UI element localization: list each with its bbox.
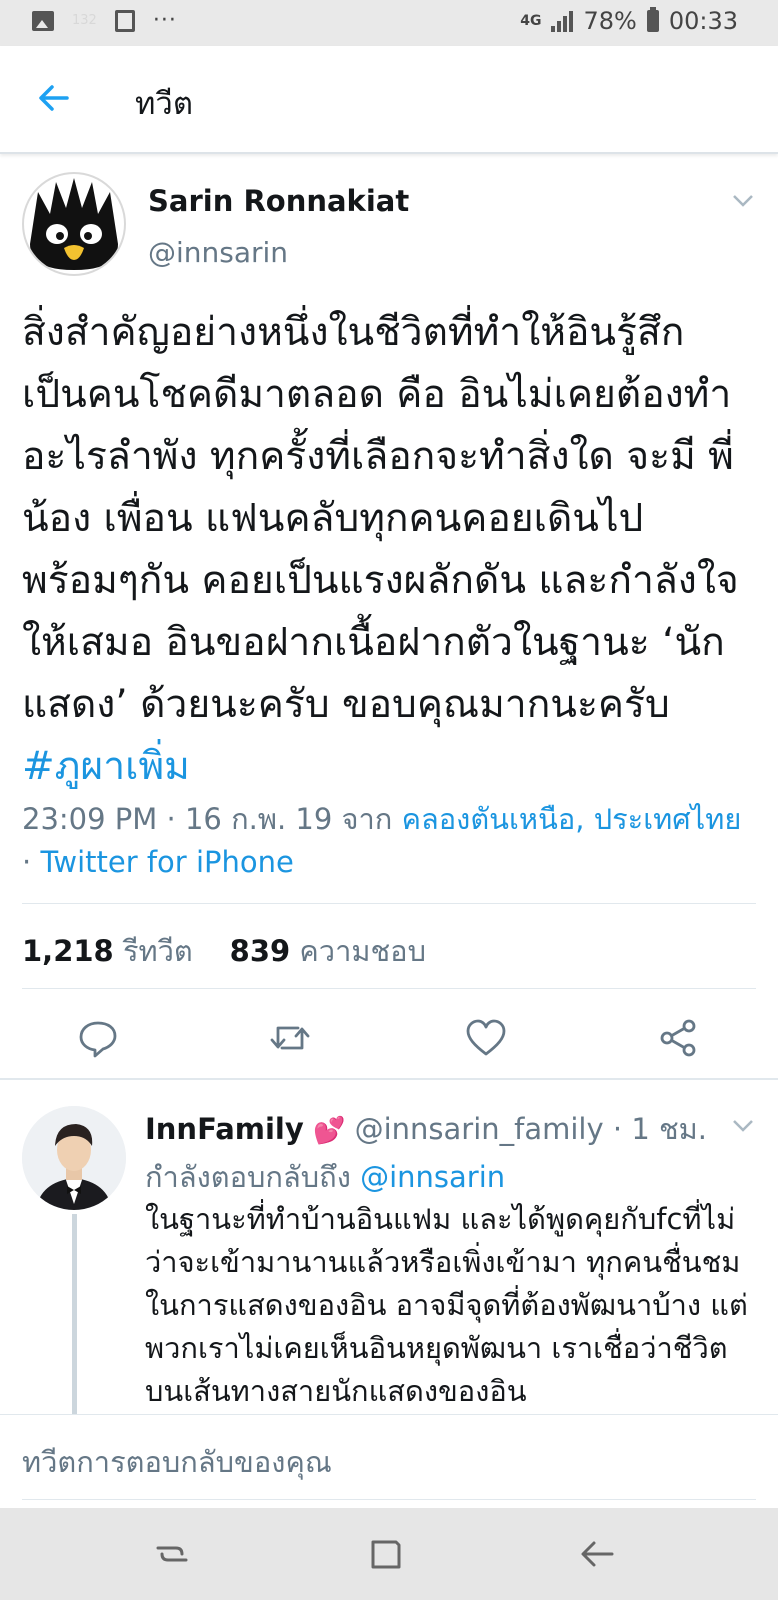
like-stat[interactable]: 839 ความชอบ — [230, 934, 426, 968]
replying-to-label: กำลังตอบกลับถึง — [145, 1160, 361, 1194]
reply-separator: · — [603, 1112, 632, 1146]
section-divider — [0, 1078, 778, 1080]
thread-connector — [72, 1214, 77, 1414]
heart-icon[interactable] — [464, 1016, 508, 1060]
like-count: 839 — [229, 934, 291, 968]
system-nav-bar — [0, 1508, 778, 1600]
reply-icon[interactable] — [76, 1016, 120, 1060]
retweet-icon[interactable] — [268, 1016, 312, 1060]
meta-separator: · — [22, 845, 41, 879]
clock: 00:33 — [668, 7, 738, 35]
reply-author-name[interactable]: InnFamily — [145, 1112, 304, 1146]
back-icon[interactable] — [578, 1534, 618, 1574]
tweet-body: สิ่งสำคัญอย่างหนึ่งในชีวิตที่ทำให้อินรู้… — [22, 310, 739, 727]
compose-underline — [22, 1499, 756, 1500]
author-name[interactable]: Sarin Ronnakiat — [148, 184, 409, 218]
notification-count: 132 — [72, 13, 97, 28]
top-app-bar: ทวีต — [0, 46, 778, 154]
replying-to-handle[interactable]: @innsarin — [360, 1160, 505, 1194]
tweet-text: สิ่งสำคัญอย่างหนึ่งในชีวิตที่ทำให้อินรู้… — [22, 302, 752, 798]
retweet-stat[interactable]: 1,218 รีทวีต — [22, 934, 193, 968]
retweet-label: รีทวีต — [122, 934, 193, 968]
image-icon — [32, 10, 54, 31]
author-avatar[interactable] — [22, 172, 126, 276]
reply-compose-input[interactable]: ทวีตการตอบกลับของคุณ — [22, 1439, 332, 1485]
two-hearts-emoji: 💕 — [312, 1116, 346, 1146]
reply-timestamp: 1 ชม. — [631, 1112, 707, 1146]
share-icon[interactable] — [656, 1016, 700, 1060]
client-link[interactable]: Twitter for iPhone — [40, 845, 293, 879]
reply-header: InnFamily 💕 @innsarin_family · 1 ชม. — [145, 1106, 707, 1152]
recent-apps-icon[interactable] — [152, 1534, 192, 1574]
page-title: ทวีต — [135, 86, 193, 122]
battery-percent: 78% — [583, 7, 637, 35]
reply-author-handle[interactable]: @innsarin_family — [355, 1112, 604, 1146]
tweet-timestamp: 23:09 PM · 16 ก.พ. 19 จาก — [22, 802, 402, 836]
home-icon[interactable] — [366, 1534, 406, 1574]
more-notifications-icon: ··· — [152, 8, 177, 33]
reply-text: ในฐานะที่ทำบ้านอินแฟม และได้พูดคุยกับfcท… — [145, 1202, 748, 1408]
clipboard-icon — [114, 9, 135, 32]
reply-author-avatar[interactable] — [22, 1106, 126, 1210]
tweet-meta: 23:09 PM · 16 ก.พ. 19 จาก คลองตันเหนือ, … — [22, 798, 742, 884]
compose-reply-bar: ทวีตการตอบกลับของคุณ — [0, 1414, 778, 1501]
location-link[interactable]: คลองตันเหนือ, ประเทศไทย — [402, 802, 742, 836]
like-label: ความชอบ — [299, 934, 426, 968]
replying-to: กำลังตอบกลับถึง @innsarin — [145, 1154, 505, 1200]
signal-icon — [551, 10, 574, 32]
tweet-stats: 1,218 รีทวีต 839 ความชอบ — [22, 928, 426, 974]
divider — [22, 903, 756, 904]
network-type: 4G — [520, 13, 542, 29]
divider — [22, 988, 756, 989]
tweet-actions — [0, 1008, 778, 1070]
status-bar: 132 ··· 4G 78% 00:33 — [0, 0, 778, 46]
chevron-down-icon[interactable] — [732, 193, 754, 207]
author-handle[interactable]: @innsarin — [148, 236, 288, 269]
battery-icon — [646, 7, 659, 32]
chevron-down-icon[interactable] — [732, 1118, 754, 1132]
back-arrow-icon[interactable] — [34, 78, 74, 118]
retweet-count: 1,218 — [22, 934, 114, 968]
hashtag-link[interactable]: #ภูผาเพิ่ม — [22, 744, 190, 789]
